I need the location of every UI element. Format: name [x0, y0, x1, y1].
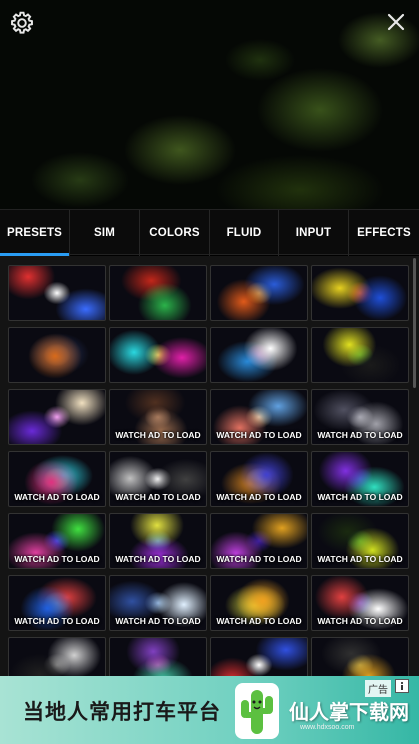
- tab-effects[interactable]: EFFECTS: [349, 210, 419, 256]
- preset-thumbnail[interactable]: WATCH AD TO LOAD: [109, 389, 207, 445]
- ad-watermark-brand: 仙人掌下载网: [289, 700, 409, 724]
- preset-thumbnail[interactable]: WATCH AD TO LOAD: [109, 575, 207, 631]
- watch-ad-label: WATCH AD TO LOAD: [14, 492, 100, 502]
- preset-thumbnail[interactable]: WATCH AD TO LOAD: [8, 451, 106, 507]
- fluid-simulation-preview[interactable]: [0, 0, 419, 209]
- preset-thumbnail[interactable]: WATCH AD TO LOAD: [210, 513, 308, 569]
- presets-panel[interactable]: WATCH AD TO LOAD WATCH AD TO LOAD WATCH AD…: [0, 256, 419, 676]
- preset-thumbnail[interactable]: WATCH AD TO LOAD: [210, 389, 308, 445]
- tab-sim[interactable]: SIM: [70, 210, 140, 256]
- info-icon[interactable]: [395, 679, 409, 693]
- preset-thumbnail[interactable]: [109, 637, 207, 676]
- preset-thumbnail[interactable]: [311, 327, 409, 383]
- preset-thumbnail[interactable]: [311, 637, 409, 676]
- preset-thumbnail[interactable]: WATCH AD TO LOAD: [311, 513, 409, 569]
- preset-thumbnail[interactable]: [210, 637, 308, 676]
- preset-thumbnail[interactable]: WATCH AD TO LOAD: [311, 575, 409, 631]
- watch-ad-label: WATCH AD TO LOAD: [14, 554, 100, 564]
- preset-thumbnail[interactable]: [311, 265, 409, 321]
- tab-fluid[interactable]: FLUID: [210, 210, 279, 256]
- watch-ad-label: WATCH AD TO LOAD: [115, 492, 201, 502]
- preset-thumbnail[interactable]: [109, 265, 207, 321]
- watch-ad-label: WATCH AD TO LOAD: [216, 554, 302, 564]
- preset-thumbnail[interactable]: WATCH AD TO LOAD: [8, 575, 106, 631]
- watch-ad-label: WATCH AD TO LOAD: [216, 492, 302, 502]
- watch-ad-label: WATCH AD TO LOAD: [14, 616, 100, 626]
- ad-banner[interactable]: 当地人常用打车平台 仙人掌下载网 www.hdxsoo.com 广告: [0, 676, 419, 744]
- preset-thumbnail[interactable]: WATCH AD TO LOAD: [8, 513, 106, 569]
- gear-icon[interactable]: [9, 10, 35, 36]
- tab-presets[interactable]: PRESETS: [0, 210, 70, 256]
- close-icon[interactable]: [385, 11, 407, 33]
- scrollbar[interactable]: [413, 258, 416, 388]
- watch-ad-label: WATCH AD TO LOAD: [216, 430, 302, 440]
- preset-thumbnail[interactable]: [8, 389, 106, 445]
- watch-ad-label: WATCH AD TO LOAD: [115, 554, 201, 564]
- preset-thumbnail[interactable]: WATCH AD TO LOAD: [109, 451, 207, 507]
- ad-text: 当地人常用打车平台: [23, 700, 221, 724]
- watch-ad-label: WATCH AD TO LOAD: [317, 430, 403, 440]
- preset-thumbnail[interactable]: [210, 265, 308, 321]
- preset-thumbnail[interactable]: [8, 637, 106, 676]
- watch-ad-label: WATCH AD TO LOAD: [115, 616, 201, 626]
- watch-ad-label: WATCH AD TO LOAD: [115, 430, 201, 440]
- watch-ad-label: WATCH AD TO LOAD: [317, 554, 403, 564]
- watch-ad-label: WATCH AD TO LOAD: [216, 616, 302, 626]
- watch-ad-label: WATCH AD TO LOAD: [317, 492, 403, 502]
- preset-thumbnail[interactable]: [109, 327, 207, 383]
- ad-label: 广告: [365, 680, 391, 697]
- preset-thumbnail[interactable]: [8, 265, 106, 321]
- preset-thumbnail[interactable]: [8, 327, 106, 383]
- preset-thumbnail[interactable]: [210, 327, 308, 383]
- settings-tab-bar: PRESETS SIM COLORS FLUID INPUT EFFECTS: [0, 209, 419, 256]
- preset-grid: WATCH AD TO LOAD WATCH AD TO LOAD WATCH AD…: [8, 265, 409, 676]
- tab-input[interactable]: INPUT: [279, 210, 349, 256]
- ad-watermark-url: www.hdxsoo.com: [300, 724, 355, 731]
- preset-thumbnail[interactable]: WATCH AD TO LOAD: [109, 513, 207, 569]
- preset-thumbnail[interactable]: WATCH AD TO LOAD: [210, 451, 308, 507]
- watch-ad-label: WATCH AD TO LOAD: [317, 616, 403, 626]
- preset-thumbnail[interactable]: WATCH AD TO LOAD: [210, 575, 308, 631]
- tab-colors[interactable]: COLORS: [140, 210, 210, 256]
- preset-thumbnail[interactable]: WATCH AD TO LOAD: [311, 451, 409, 507]
- cactus-logo-icon: [234, 682, 280, 740]
- preset-thumbnail[interactable]: WATCH AD TO LOAD: [311, 389, 409, 445]
